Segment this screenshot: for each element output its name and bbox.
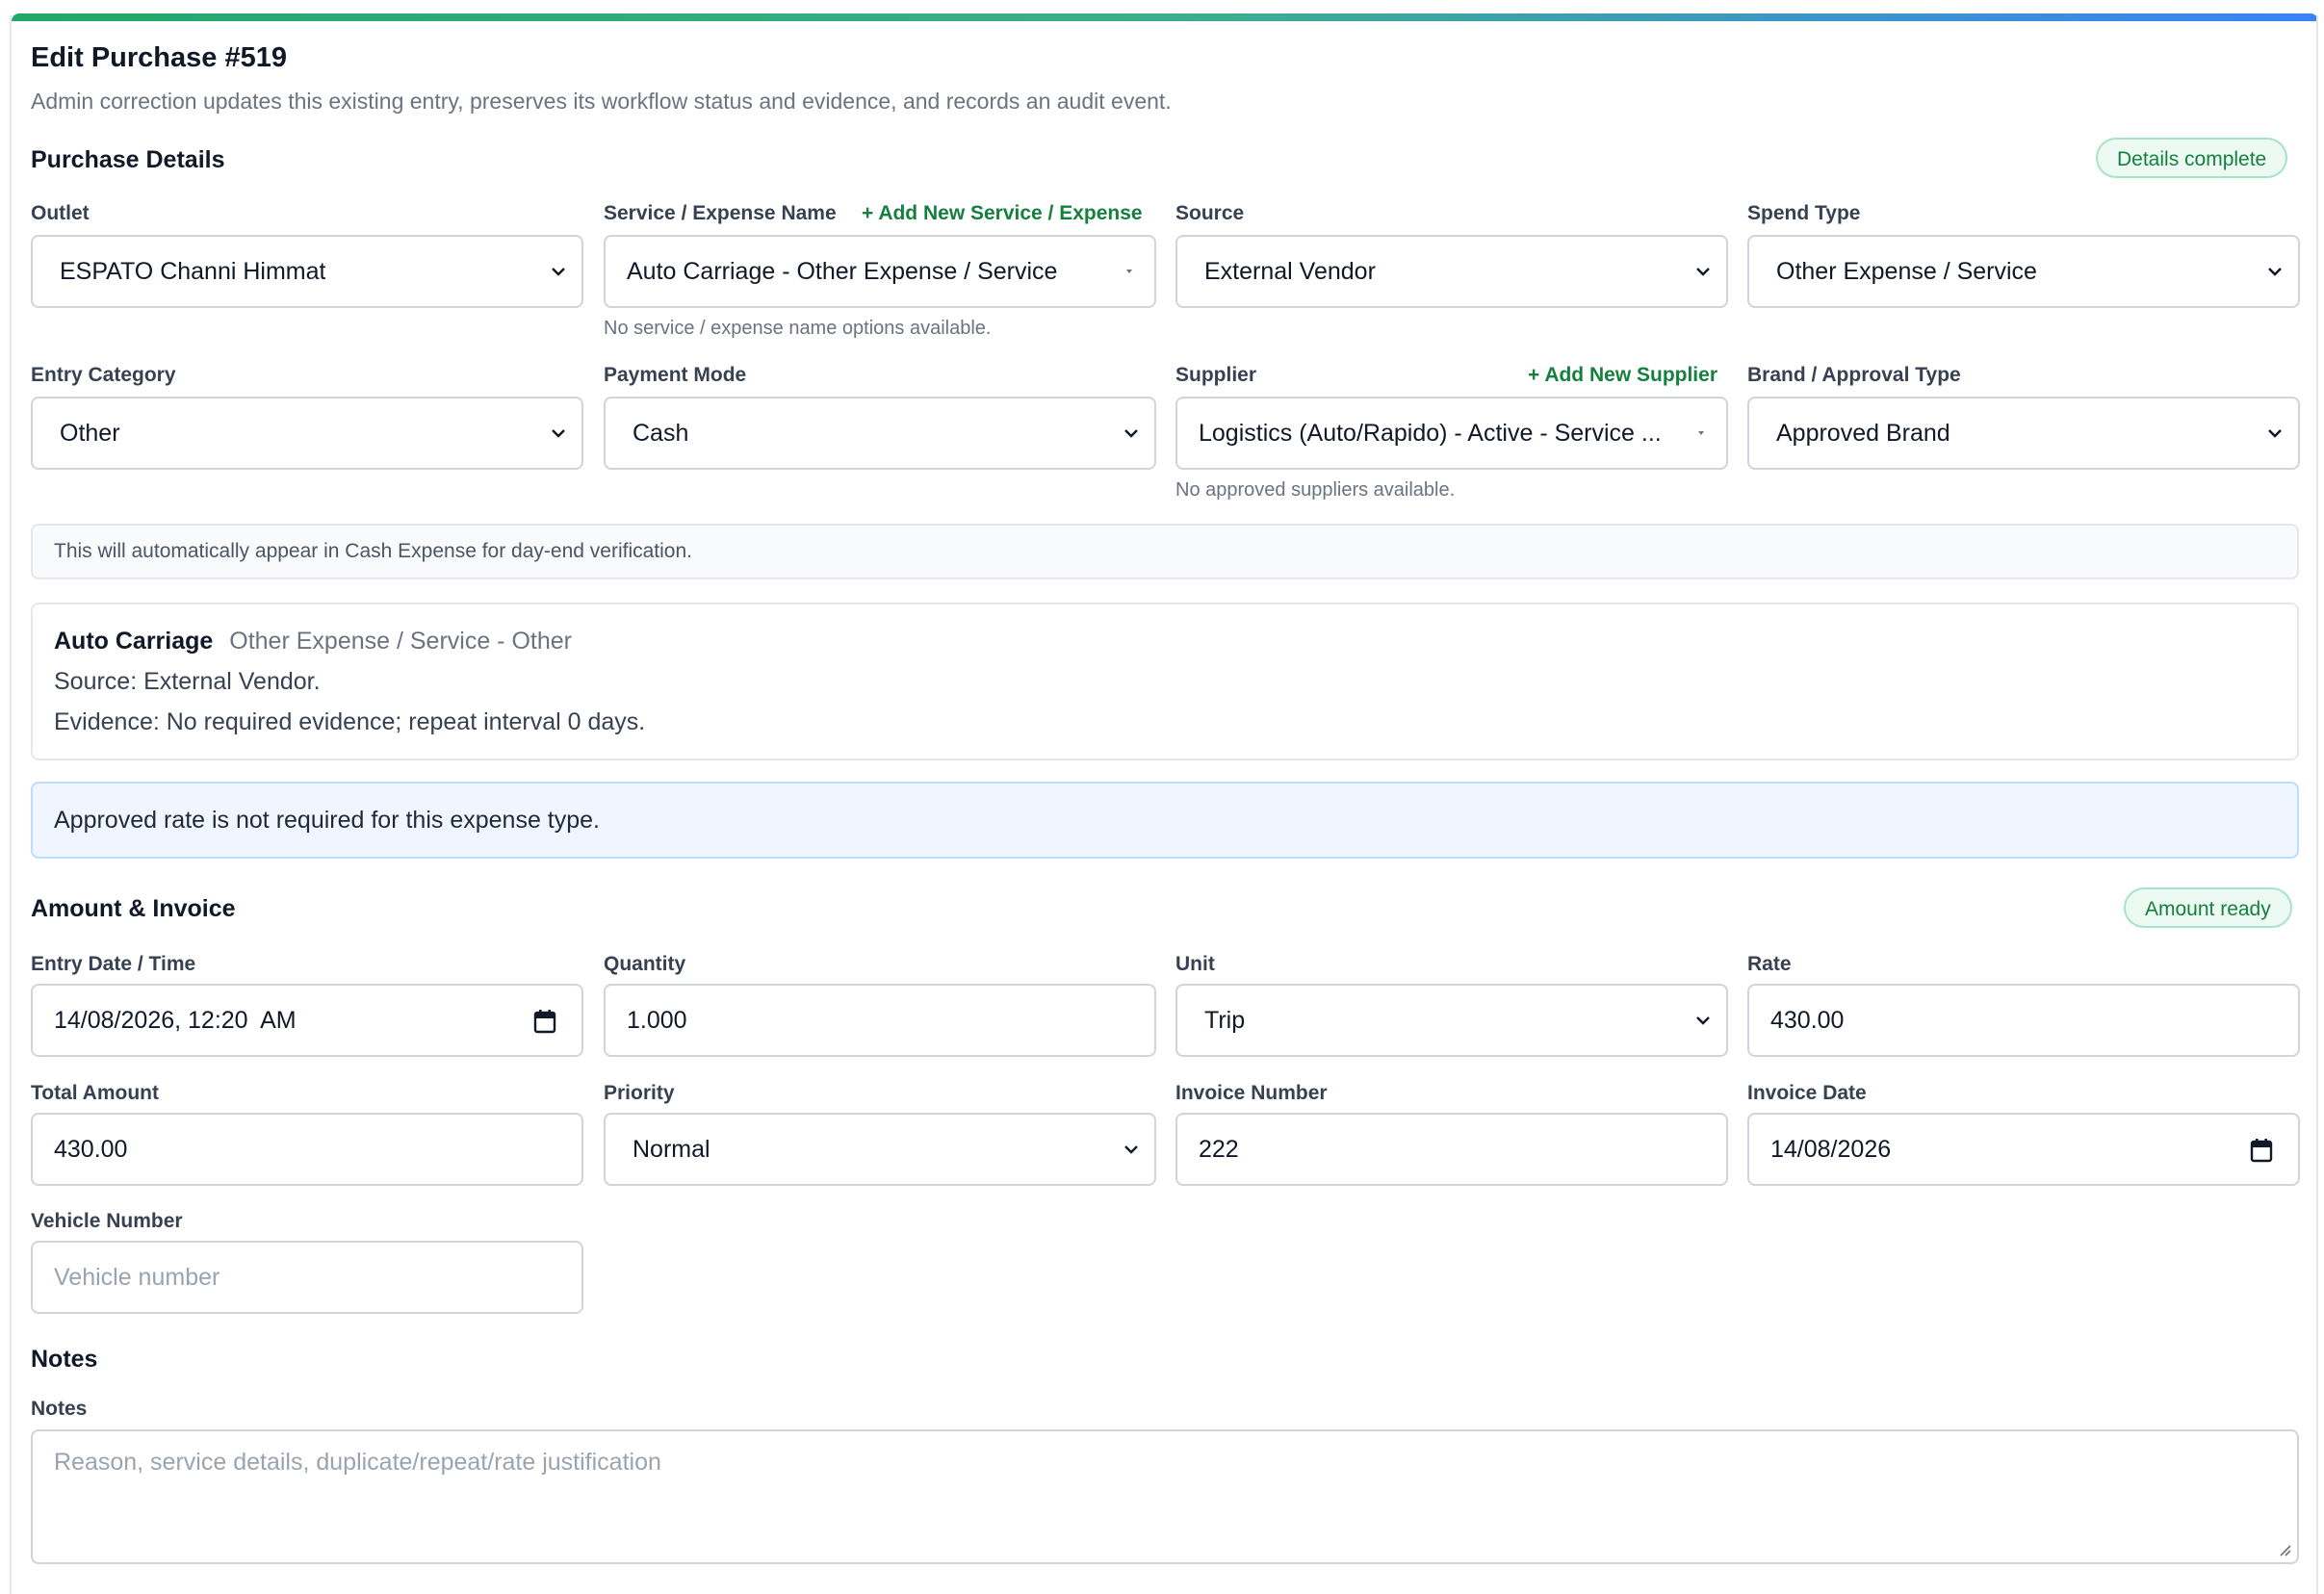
spend-type-value: Other Expense / Service [1776,257,2037,285]
service-info-name: Auto Carriage [54,628,214,655]
source-select[interactable]: External Vendor [1175,235,1728,308]
entry-datetime-label: Entry Date / Time [31,953,196,975]
chevron-down-icon [1124,429,1138,438]
approved-rate-note-text: Approved rate is not required for this e… [54,806,600,834]
payment-mode-select[interactable]: Cash [604,397,1156,470]
total-amount-input[interactable]: 430.00 [31,1113,583,1186]
details-status-badge: Details complete [2096,138,2288,178]
amount-status-badge: Amount ready [2124,887,2292,928]
outlet-value: ESPATO Channi Himmat [60,257,326,285]
service-info-heading: Auto Carriage Other Expense / Service - … [54,628,572,656]
invoice-date-value: 14/08/2026 [1770,1135,1892,1163]
total-amount-value: 430.00 [54,1135,128,1163]
quantity-value: 1.000 [627,1006,687,1034]
add-service-link[interactable]: + Add New Service / Expense [862,202,1143,225]
chevron-down-icon [1124,1145,1138,1154]
service-info-source: Source: External Vendor. [54,668,321,695]
approved-rate-note: Approved rate is not required for this e… [31,782,2299,859]
brand-value: Approved Brand [1776,419,1950,447]
vehicle-number-label: Vehicle Number [31,1210,183,1232]
service-info-evidence: Evidence: No required evidence; repeat i… [54,708,646,735]
rate-value: 430.00 [1770,1006,1845,1034]
service-info-panel: Auto Carriage Other Expense / Service - … [31,603,2299,760]
chevron-down-icon [552,268,565,276]
quantity-input[interactable]: 1.000 [604,984,1156,1057]
vehicle-number-input[interactable]: Vehicle number [31,1241,583,1314]
outlet-select[interactable]: ESPATO Channi Himmat [31,235,583,308]
service-label: Service / Expense Name [604,202,837,224]
entry-category-select[interactable]: Other [31,397,583,470]
brand-select[interactable]: Approved Brand [1747,397,2300,470]
section-title-notes: Notes [31,1346,98,1373]
section-title-amount-invoice: Amount & Invoice [31,895,236,922]
page-title: Edit Purchase #519 [31,42,287,73]
edit-purchase-page: Edit Purchase #519 Admin correction upda… [0,0,2324,1594]
cash-expense-note-text: This will automatically appear in Cash E… [54,540,692,562]
spend-type-label: Spend Type [1747,202,1861,224]
chevron-down-icon [1696,268,1710,276]
invoice-date-label: Invoice Date [1747,1082,1867,1104]
unit-value: Trip [1204,1006,1246,1034]
calendar-icon[interactable] [533,1009,556,1034]
invoice-number-value: 222 [1199,1135,1239,1163]
unit-select[interactable]: Trip [1175,984,1728,1057]
calendar-icon[interactable] [2250,1138,2273,1163]
service-hint: No service / expense name options availa… [604,318,992,339]
priority-value: Normal [633,1135,710,1163]
total-amount-label: Total Amount [31,1082,159,1104]
service-info-meta: Other Expense / Service - Other [229,628,572,655]
page-subtitle: Admin correction updates this existing e… [31,89,1172,114]
source-value: External Vendor [1204,257,1376,285]
supplier-select[interactable]: Logistics (Auto/Rapido) - Active - Servi… [1175,397,1728,470]
resize-handle-icon[interactable] [2276,1541,2291,1556]
source-label: Source [1175,202,1245,224]
priority-label: Priority [604,1082,675,1104]
cash-expense-note: This will automatically appear in Cash E… [31,524,2299,579]
quantity-label: Quantity [604,953,686,975]
invoice-number-input[interactable]: 222 [1175,1113,1728,1186]
service-select[interactable]: Auto Carriage - Other Expense / Service [604,235,1156,308]
entry-category-label: Entry Category [31,364,176,386]
caret-down-icon [1126,270,1132,273]
spend-type-select[interactable]: Other Expense / Service [1747,235,2300,308]
entry-category-value: Other [60,419,120,447]
payment-mode-value: Cash [633,419,689,447]
brand-label: Brand / Approval Type [1747,364,1961,386]
notes-label: Notes [31,1398,88,1420]
notes-textarea[interactable]: Reason, service details, duplicate/repea… [31,1429,2299,1564]
invoice-date-input[interactable]: 14/08/2026 [1747,1113,2300,1186]
supplier-hint: No approved suppliers available. [1175,479,1456,501]
unit-label: Unit [1175,953,1215,975]
rate-label: Rate [1747,953,1792,975]
rate-input[interactable]: 430.00 [1747,984,2300,1057]
chevron-down-icon [552,429,565,438]
payment-mode-label: Payment Mode [604,364,747,386]
entry-datetime-value: 14/08/2026, 12:20 AM [54,1006,297,1034]
vehicle-number-placeholder: Vehicle number [54,1263,220,1291]
service-value: Auto Carriage - Other Expense / Service [627,257,1058,285]
section-title-purchase-details: Purchase Details [31,146,225,173]
chevron-down-icon [2268,429,2282,438]
chevron-down-icon [2268,268,2282,276]
chevron-down-icon [1696,1016,1710,1025]
add-supplier-link[interactable]: + Add New Supplier [1528,364,1717,387]
supplier-label: Supplier [1175,364,1257,386]
entry-datetime-input[interactable]: 14/08/2026, 12:20 AM [31,984,583,1057]
caret-down-icon [1698,431,1704,435]
notes-placeholder: Reason, service details, duplicate/repea… [54,1449,661,1476]
invoice-number-label: Invoice Number [1175,1082,1328,1104]
outlet-label: Outlet [31,202,90,224]
priority-select[interactable]: Normal [604,1113,1156,1186]
supplier-value: Logistics (Auto/Rapido) - Active - Servi… [1199,419,1662,447]
